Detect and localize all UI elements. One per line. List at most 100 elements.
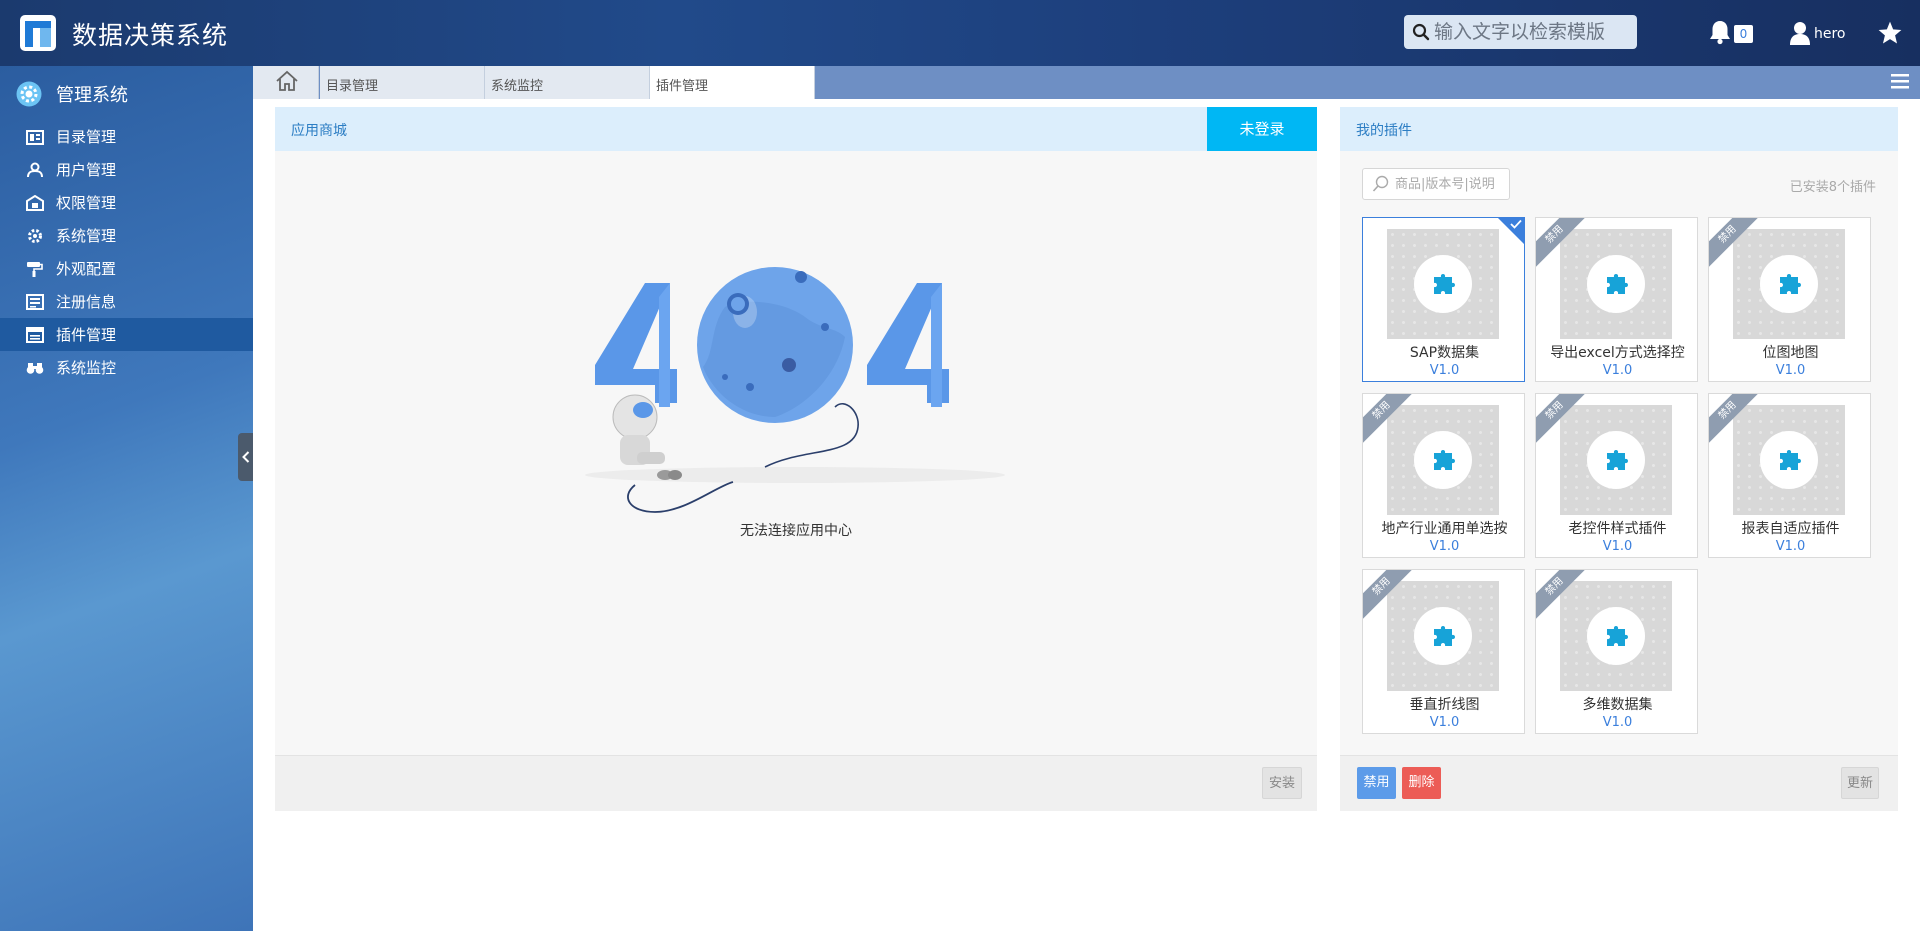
app-store-footer: 安装 — [275, 755, 1317, 811]
error-message: 无法连接应用中心 — [740, 523, 852, 539]
plugin-card[interactable]: SAP数据集 V1.0 — [1362, 217, 1525, 382]
my-plugins-footer: 禁用 删除 更新 — [1340, 755, 1898, 811]
app-store-panel: 应用商城 未登录 无法连接应用中心 安装 — [275, 107, 1317, 811]
my-plugins-title: 我的插件 — [1340, 107, 1898, 151]
plugin-card[interactable]: 报表自适应插件 V1.0 禁用 — [1708, 393, 1871, 558]
tab-home[interactable] — [253, 66, 319, 99]
paint-roller-icon — [27, 261, 43, 277]
plugin-thumbnail — [1387, 405, 1499, 515]
permission-icon — [26, 194, 44, 211]
plugin-name: 垂直折线图 — [1409, 697, 1480, 713]
sidebar-item-permissions[interactable]: 权限管理 — [0, 186, 253, 219]
plugin-icon-circle — [1587, 255, 1645, 313]
puzzle-icon — [1780, 274, 1801, 294]
plugin-name: 报表自适应插件 — [1741, 521, 1840, 537]
plugin-version: V1.0 — [1429, 715, 1460, 730]
plugin-name: 地产行业通用单选按 — [1381, 521, 1508, 537]
gear-icon — [28, 228, 42, 243]
puzzle-icon — [1434, 626, 1455, 646]
login-button[interactable]: 未登录 — [1207, 107, 1317, 151]
plugin-name: 多维数据集 — [1582, 697, 1653, 713]
puzzle-icon — [1607, 274, 1628, 294]
search-icon — [1372, 175, 1389, 192]
sidebar-item-monitor[interactable]: 系统监控 — [0, 351, 253, 384]
plugin-version: V1.0 — [1602, 363, 1633, 378]
user-icon — [27, 162, 43, 177]
plugin-name: SAP数据集 — [1409, 345, 1480, 361]
puzzle-icon — [1780, 450, 1801, 470]
plugin-search[interactable] — [1362, 168, 1510, 200]
plugin-version: V1.0 — [1602, 715, 1633, 730]
sidebar-item-label: 系统管理 — [56, 227, 117, 245]
plugin-card[interactable]: 老控件样式插件 V1.0 禁用 — [1535, 393, 1698, 558]
plugin-icon-circle — [1587, 607, 1645, 665]
app-store-title: 应用商城 — [275, 107, 1317, 151]
tab-plugins[interactable]: 插件管理 — [650, 66, 815, 99]
update-button[interactable]: 更新 — [1841, 767, 1879, 799]
plugin-icon-circle — [1760, 255, 1818, 313]
delete-button[interactable]: 删除 — [1402, 767, 1441, 799]
sidebar-collapse-button[interactable] — [238, 433, 253, 481]
plugin-search-input[interactable] — [1395, 169, 1507, 199]
chevron-left-icon — [241, 451, 249, 463]
plugin-thumbnail — [1560, 229, 1672, 339]
plugin-thumbnail — [1560, 581, 1672, 691]
plugin-icon-circle — [1414, 431, 1472, 489]
sidebar-item-label: 注册信息 — [56, 293, 117, 311]
tab-bar: 目录管理 系统监控 插件管理 — [253, 66, 1920, 99]
plugin-thumbnail — [1733, 405, 1845, 515]
plugin-card[interactable]: 多维数据集 V1.0 禁用 — [1535, 569, 1698, 734]
tab-catalog[interactable]: 目录管理 — [320, 66, 485, 99]
bell-icon[interactable] — [1708, 19, 1732, 45]
sidebar-item-label: 外观配置 — [56, 260, 117, 278]
plugin-thumbnail — [1733, 229, 1845, 339]
sidebar-item-label: 权限管理 — [56, 194, 117, 212]
sidebar-title-text: 管理系统 — [56, 85, 128, 106]
plugin-version: V1.0 — [1602, 539, 1633, 554]
checkmark-icon — [1510, 219, 1522, 229]
plugin-icon-circle — [1414, 607, 1472, 665]
hamburger-menu-icon[interactable] — [1890, 72, 1910, 90]
plugin-card[interactable]: 导出excel方式选择控 V1.0 禁用 — [1535, 217, 1698, 382]
sidebar-item-catalog[interactable]: 目录管理 — [0, 120, 253, 153]
plugin-version: V1.0 — [1429, 363, 1460, 378]
puzzle-icon — [1607, 450, 1628, 470]
plugin-version: V1.0 — [1429, 539, 1460, 554]
register-icon — [26, 293, 44, 310]
plugin-version: V1.0 — [1775, 539, 1806, 554]
plugin-name: 老控件样式插件 — [1568, 521, 1667, 537]
binoculars-icon — [26, 362, 44, 374]
my-plugins-panel: 我的插件 已安装8个插件 SAP数据集 V1.0 导出excel方式选择控 V1.0 禁… — [1340, 107, 1898, 811]
plugin-thumbnail — [1387, 581, 1499, 691]
sidebar-title: 管理系统 — [16, 79, 128, 109]
sidebar-item-label: 系统监控 — [56, 359, 117, 377]
app-title: 数据决策系统 — [72, 21, 229, 50]
top-header: 数据决策系统 0 hero — [0, 0, 1920, 66]
template-search-input[interactable] — [1434, 15, 1634, 49]
puzzle-icon — [1607, 626, 1628, 646]
sidebar-item-label: 用户管理 — [56, 161, 117, 179]
puzzle-icon — [1434, 450, 1455, 470]
sidebar-item-registration[interactable]: 注册信息 — [0, 285, 253, 318]
plugin-icon-circle — [1414, 255, 1472, 313]
user-icon[interactable] — [1789, 21, 1811, 45]
install-button[interactable]: 安装 — [1262, 767, 1302, 799]
template-search[interactable] — [1404, 15, 1637, 49]
plugin-thumbnail — [1387, 229, 1499, 339]
sidebar-item-system[interactable]: 系统管理 — [0, 219, 253, 252]
disable-button[interactable]: 禁用 — [1357, 767, 1396, 799]
plugin-list-icon — [26, 326, 44, 343]
sidebar-item-plugins[interactable]: 插件管理 — [0, 318, 253, 351]
puzzle-icon — [1434, 274, 1455, 294]
tab-monitor[interactable]: 系统监控 — [485, 66, 650, 99]
sidebar-item-appearance[interactable]: 外观配置 — [0, 252, 253, 285]
sidebar-item-users[interactable]: 用户管理 — [0, 153, 253, 186]
plugin-card[interactable]: 垂直折线图 V1.0 禁用 — [1362, 569, 1525, 734]
favorite-star-icon[interactable] — [1877, 20, 1903, 46]
plugin-card[interactable]: 地产行业通用单选按 V1.0 禁用 — [1362, 393, 1525, 558]
username[interactable]: hero — [1814, 26, 1846, 42]
gear-icon — [16, 81, 42, 107]
plugin-card[interactable]: 位图地图 V1.0 禁用 — [1708, 217, 1871, 382]
plugin-version: V1.0 — [1775, 363, 1806, 378]
error-404-illustration — [585, 267, 1005, 513]
